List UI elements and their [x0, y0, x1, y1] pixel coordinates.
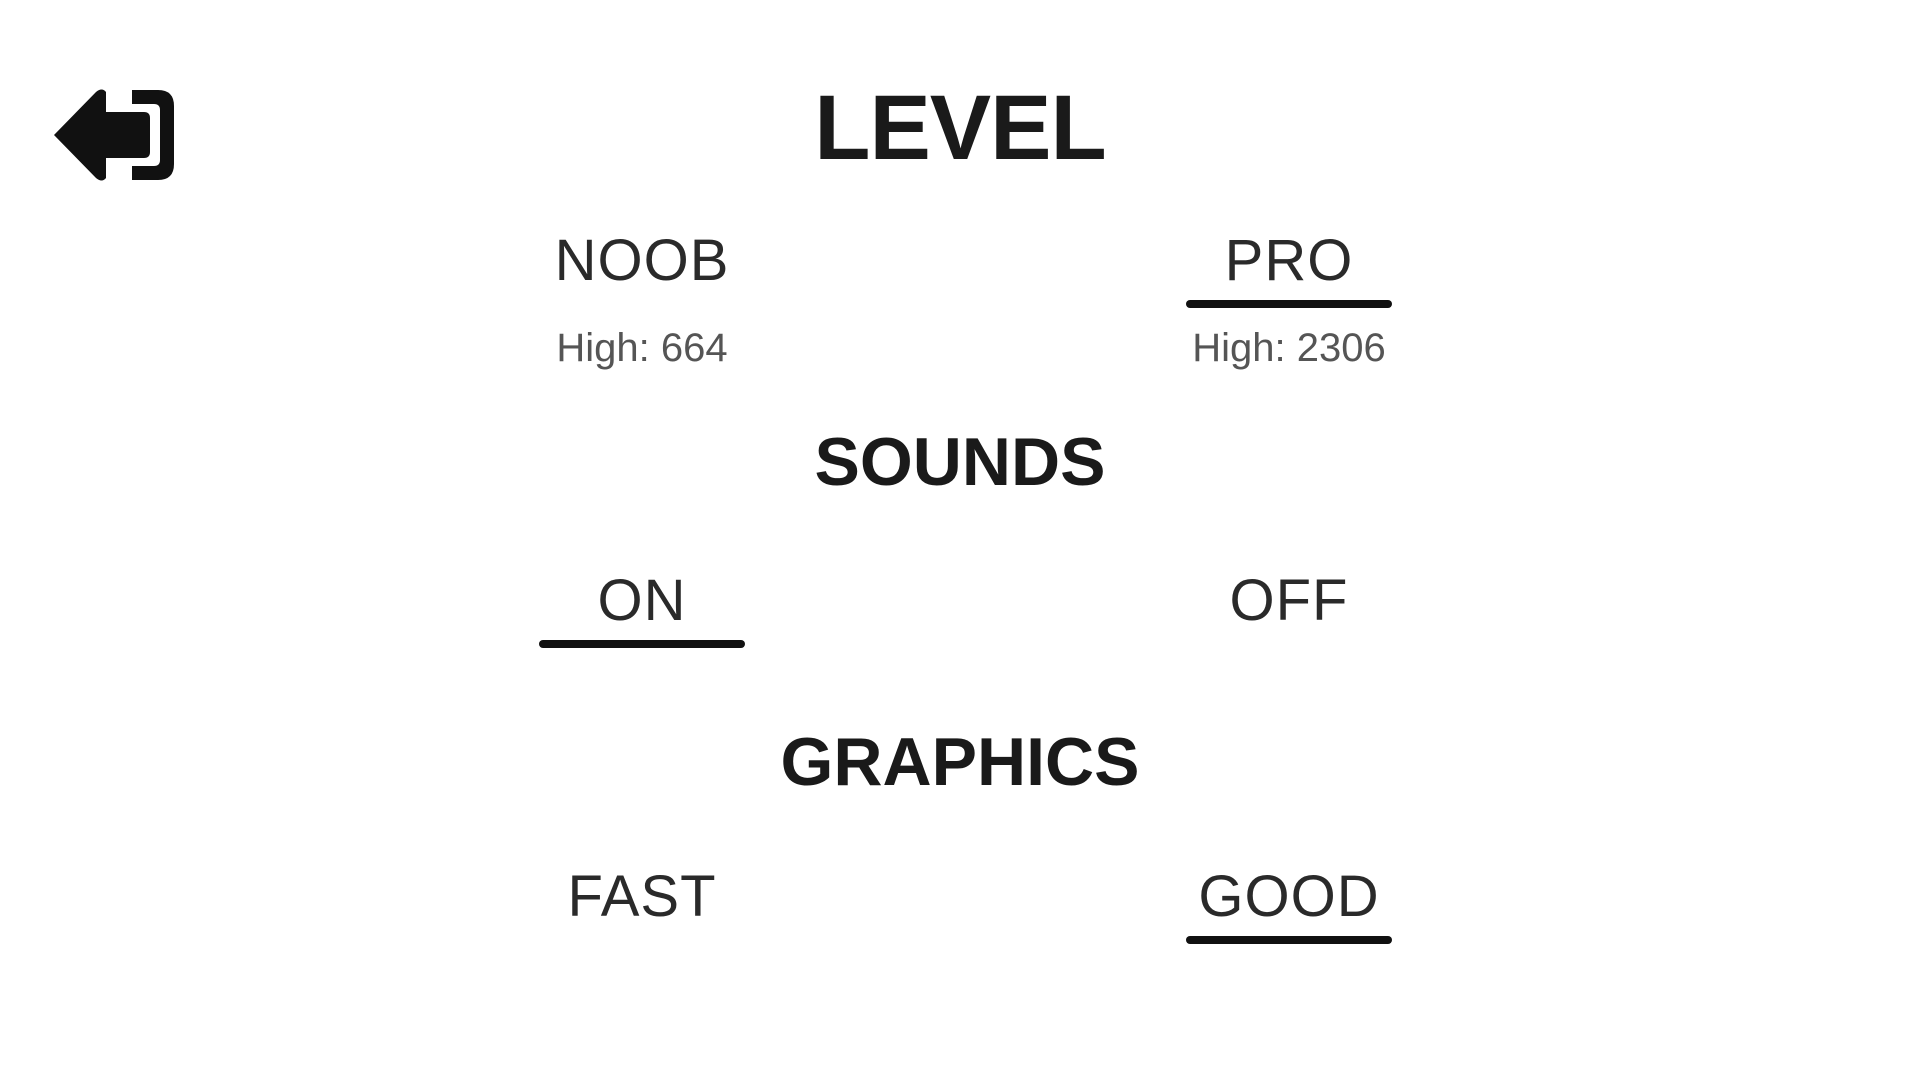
graphics-option-fast-label: FAST [567, 864, 717, 929]
graphics-heading: GRAPHICS [780, 724, 1140, 800]
level-option-noob-label: NOOB [554, 228, 730, 293]
noob-highscore: High: 664 [556, 326, 728, 370]
sounds-heading: SOUNDS [814, 424, 1106, 500]
level-option-pro-underline [1186, 300, 1392, 308]
sounds-option-on-underline [539, 640, 745, 648]
graphics-option-good[interactable]: GOOD [1119, 868, 1459, 944]
level-heading: LEVEL [814, 77, 1106, 179]
sounds-option-off-label: OFF [1229, 568, 1349, 633]
sounds-option-off[interactable]: OFF [1119, 572, 1459, 648]
sounds-option-on[interactable]: ON [472, 572, 812, 648]
graphics-option-good-label: GOOD [1198, 864, 1380, 929]
graphics-option-good-underline [1186, 936, 1392, 944]
level-option-pro-label: PRO [1224, 228, 1354, 293]
pro-highscore: High: 2306 [1192, 326, 1386, 370]
graphics-option-fast[interactable]: FAST [472, 868, 812, 944]
level-option-pro[interactable]: PRO [1119, 232, 1459, 308]
level-option-noob[interactable]: NOOB [472, 232, 812, 308]
sounds-option-on-label: ON [597, 568, 687, 633]
